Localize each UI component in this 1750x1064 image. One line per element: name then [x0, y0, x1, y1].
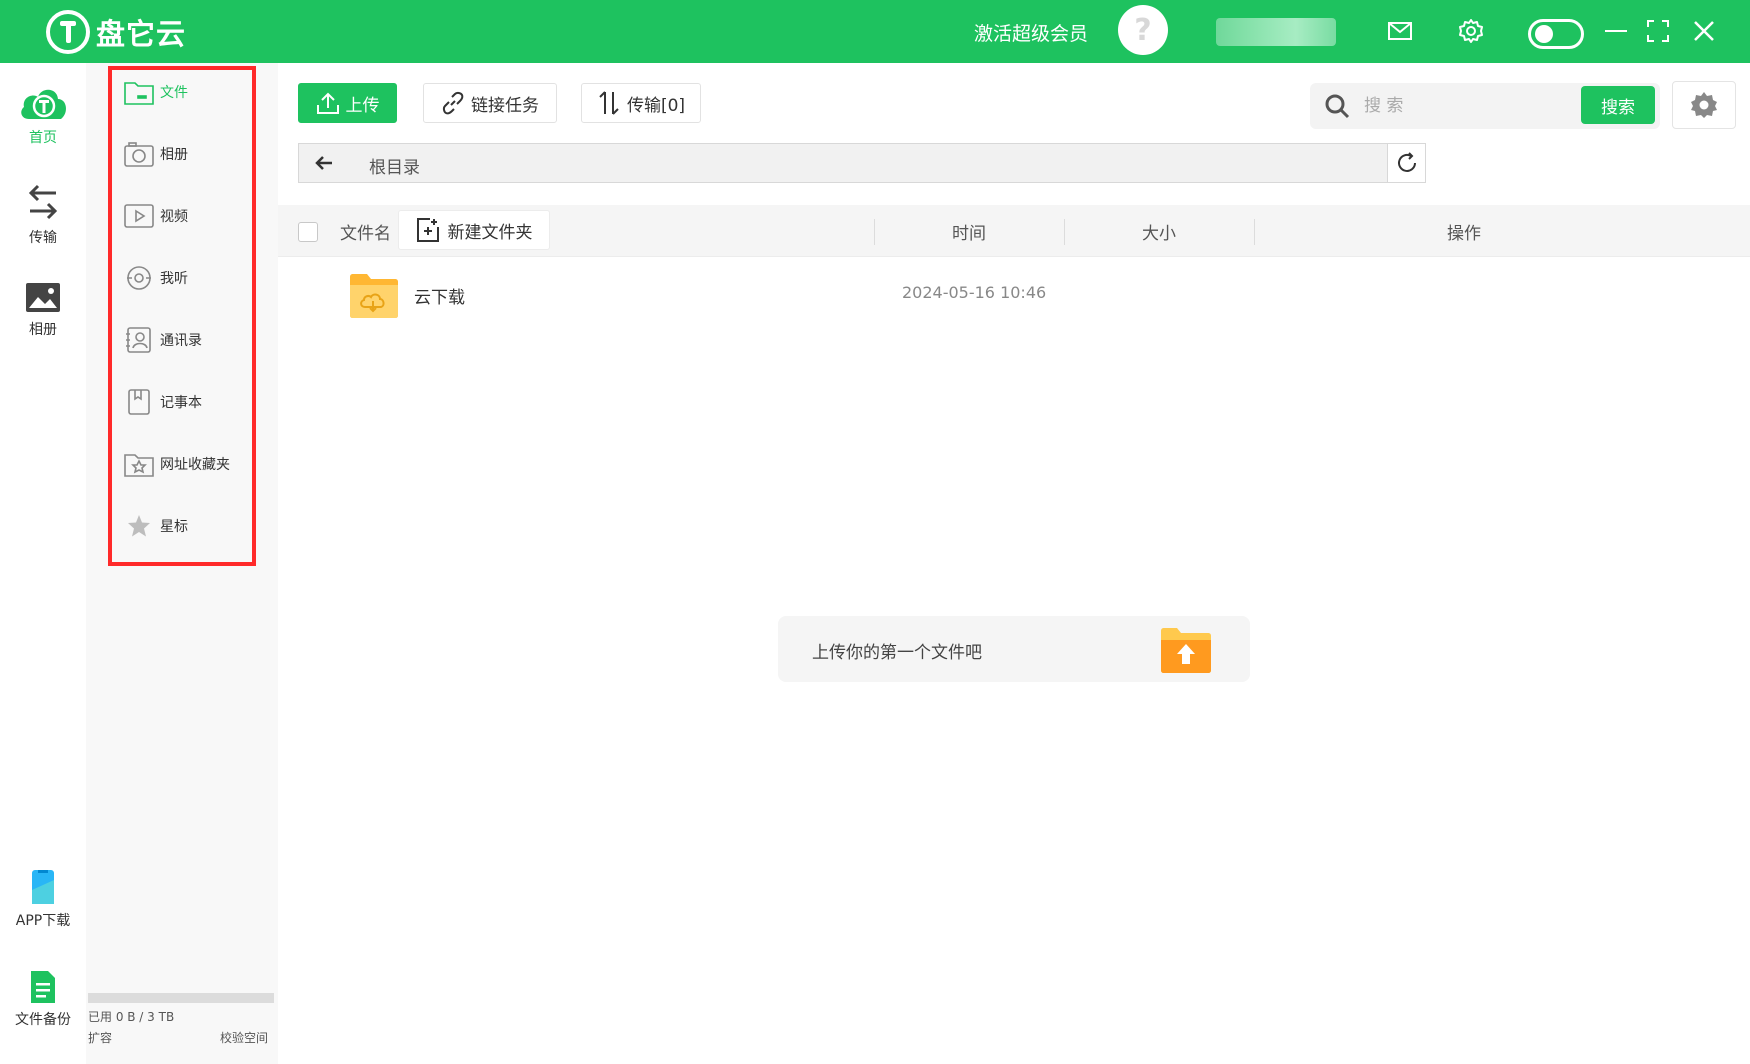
transfer-arrows-icon: [599, 91, 619, 115]
link-icon: [442, 91, 464, 115]
transfer-label: 传输[0]: [626, 95, 686, 116]
main-nav: 首页 传输 相册 APP下载 文件备份: [0, 63, 86, 1064]
picture-icon: [26, 283, 60, 312]
minimize-icon[interactable]: [1600, 14, 1632, 48]
logo-mark-icon: [46, 10, 90, 54]
star-icon: [124, 511, 154, 541]
nav-item-transfer[interactable]: 传输: [0, 183, 86, 247]
category-sidebar: 文件 相册 视频 我听 通讯录 记事本 网址收藏夹 星标 已用 0 B / 3 …: [86, 63, 278, 1064]
category-label-starred: 星标: [160, 519, 188, 535]
empty-upload-prompt[interactable]: 上传你的第一个文件吧: [778, 616, 1250, 682]
link-task-button[interactable]: 链接任务: [423, 83, 557, 123]
new-folder-button[interactable]: 新建文件夹: [398, 210, 550, 250]
current-path: 根目录: [369, 158, 420, 178]
expand-storage-link[interactable]: 扩容: [88, 1029, 112, 1046]
category-item-files[interactable]: 文件: [124, 75, 188, 109]
new-folder-label: 新建文件夹: [447, 222, 533, 243]
column-header-action: 操作: [1447, 224, 1481, 244]
category-item-audio[interactable]: 我听: [124, 261, 188, 295]
gear-icon[interactable]: [1455, 14, 1487, 48]
column-header-size[interactable]: 大小: [1064, 219, 1254, 244]
arrow-left-icon: [315, 156, 332, 170]
file-browser: 上传 链接任务 传输[0] 搜索 根目录 文件名 新建文件夹 时间 大小: [278, 63, 1750, 1064]
upload-folder-icon: [1160, 626, 1212, 678]
notebook-icon: [124, 387, 154, 417]
folder-icon: [124, 77, 154, 107]
category-label-audio: 我听: [160, 271, 188, 287]
nav-label-album: 相册: [29, 322, 57, 338]
nav-label-transfer: 传输: [29, 230, 57, 246]
select-all-checkbox[interactable]: [298, 222, 318, 242]
contacts-icon: [124, 325, 154, 355]
close-icon[interactable]: [1688, 14, 1720, 48]
mail-icon[interactable]: [1384, 14, 1416, 48]
file-time: 2024-05-16 10:46: [902, 283, 1047, 302]
search-input[interactable]: [1364, 91, 1564, 121]
link-task-label: 链接任务: [471, 95, 539, 116]
refresh-icon: [1397, 152, 1416, 172]
upload-label: 上传: [345, 95, 380, 116]
phone-icon: [32, 870, 54, 904]
column-header-name[interactable]: 文件名: [340, 219, 391, 244]
category-label-album: 相册: [160, 147, 188, 163]
theme-toggle[interactable]: [1528, 19, 1584, 49]
transfer-button[interactable]: 传输[0]: [581, 83, 701, 123]
video-icon: [124, 201, 154, 231]
headphones-icon: [124, 263, 154, 293]
avatar[interactable]: ?: [1118, 5, 1168, 55]
verify-space-link[interactable]: 校验空间: [220, 1029, 268, 1046]
category-item-notebook[interactable]: 记事本: [124, 385, 202, 419]
category-item-bookmarks[interactable]: 网址收藏夹: [124, 447, 230, 481]
nav-label-file-backup: 文件备份: [15, 1012, 71, 1028]
column-header-time[interactable]: 时间: [874, 219, 1064, 244]
cloud-logo-icon: [21, 89, 67, 119]
view-settings-button[interactable]: [1672, 81, 1736, 129]
username[interactable]: ••••••: [1216, 18, 1336, 46]
category-label-files: 文件: [160, 85, 188, 101]
gear-icon: [1691, 92, 1717, 118]
upload-icon: [316, 92, 339, 114]
title-bar: 盘它云 激活超级会员 ? ••••••: [0, 0, 1750, 63]
camera-icon: [124, 139, 154, 169]
cloud-folder-icon: [348, 269, 400, 325]
upload-button[interactable]: 上传: [298, 83, 397, 123]
breadcrumb: 根目录: [298, 143, 1426, 183]
swap-arrows-icon: [28, 184, 58, 220]
nav-item-app-download[interactable]: APP下载: [0, 868, 86, 930]
app-logo: 盘它云: [46, 10, 186, 54]
document-icon: [31, 971, 55, 1003]
empty-upload-text: 上传你的第一个文件吧: [812, 643, 982, 663]
avatar-placeholder-icon: ?: [1134, 12, 1152, 48]
search-icon: [1325, 94, 1350, 119]
nav-label-app-download: APP下载: [15, 913, 71, 929]
category-item-starred[interactable]: 星标: [124, 509, 188, 543]
nav-item-album[interactable]: 相册: [0, 281, 86, 339]
nav-label-home: 首页: [29, 130, 57, 146]
logo-text: 盘它云: [96, 17, 187, 51]
category-label-bookmarks: 网址收藏夹: [160, 457, 230, 473]
file-list-header: 文件名 新建文件夹 时间 大小 操作: [278, 205, 1750, 257]
category-label-contacts: 通讯录: [160, 333, 202, 349]
file-name[interactable]: 云下载: [414, 283, 465, 308]
category-item-contacts[interactable]: 通讯录: [124, 323, 202, 357]
refresh-button[interactable]: [1387, 144, 1425, 182]
category-item-video[interactable]: 视频: [124, 199, 188, 233]
storage-used: 已用 0 B / 3 TB: [88, 1010, 175, 1024]
category-label-notebook: 记事本: [160, 395, 202, 411]
search-button[interactable]: 搜索: [1581, 86, 1655, 124]
back-button[interactable]: [299, 144, 349, 182]
category-item-album[interactable]: 相册: [124, 137, 188, 171]
nav-item-home[interactable]: 首页: [0, 83, 86, 147]
activate-vip-link[interactable]: 激活超级会员: [974, 19, 1088, 46]
table-row[interactable]: 云下载 2024-05-16 10:46: [278, 259, 1750, 331]
maximize-icon[interactable]: [1642, 14, 1674, 48]
category-label-video: 视频: [160, 209, 188, 225]
bookmark-folder-icon: [124, 449, 154, 479]
storage-bar: [88, 993, 274, 1003]
nav-item-file-backup[interactable]: 文件备份: [0, 969, 86, 1029]
add-folder-icon: [416, 218, 439, 242]
